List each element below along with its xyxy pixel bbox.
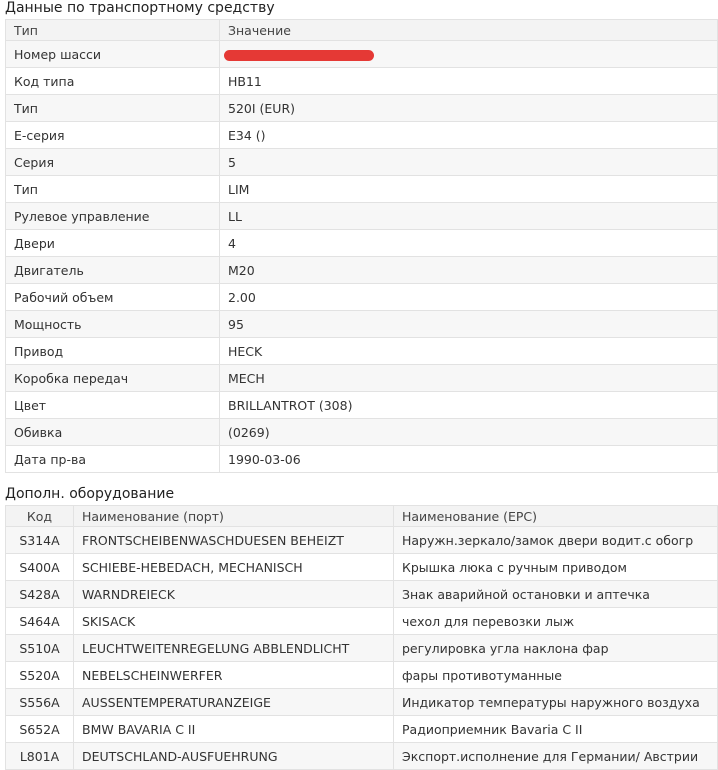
row-value: E34 () [219, 121, 718, 149]
row-value: 2.00 [219, 283, 718, 311]
row-value [219, 40, 718, 68]
table-row: Обивка (0269) [5, 418, 718, 446]
equipment-name-epc: Знак аварийной остановки и аптечка [393, 580, 718, 608]
equipment-name-epc: фары противотуманные [393, 661, 718, 689]
equipment-table-header: Код Наименование (порт) Наименование (EP… [5, 505, 718, 527]
row-value: 1990-03-06 [219, 445, 718, 473]
equipment-name-port: WARNDREIECK [73, 580, 394, 608]
table-row: Коробка передач MECH [5, 364, 718, 392]
row-label: Двигатель [5, 256, 220, 284]
table-row: Цвет BRILLANTROT (308) [5, 391, 718, 419]
row-label: Цвет [5, 391, 220, 419]
vehicle-table-header: Тип Значение [5, 19, 718, 41]
row-value: LL [219, 202, 718, 230]
equipment-name-port: SCHIEBE-HEBEDACH, MECHANISCH [73, 553, 394, 581]
row-value: BRILLANTROT (308) [219, 391, 718, 419]
equipment-name-port: LEUCHTWEITENREGELUNG ABBLENDLICHT [73, 634, 394, 662]
column-header-type: Тип [5, 19, 220, 41]
table-row: S400A SCHIEBE-HEBEDACH, MECHANISCH Крышка … [5, 553, 718, 581]
row-label: Дата пр-ва [5, 445, 220, 473]
row-label: Привод [5, 337, 220, 365]
table-row: S520A NEBELSCHEINWERFER фары противотуманн… [5, 661, 718, 689]
row-value: 520I (EUR) [219, 94, 718, 122]
row-value: (0269) [219, 418, 718, 446]
column-header-value: Значение [219, 19, 718, 41]
column-header-name-epc: Наименование (EPC) [393, 505, 718, 527]
equipment-code: S428A [5, 580, 74, 608]
equipment-name-epc: чехол для перевозки лыж [393, 607, 718, 635]
equipment-name-epc: Наружн.зеркало/замок двери водит.с обогр [393, 526, 718, 554]
table-row: Двигатель M20 [5, 256, 718, 284]
row-label: E-серия [5, 121, 220, 149]
row-value: HB11 [219, 67, 718, 95]
table-row: Тип LIM [5, 175, 718, 203]
table-row: Код типа HB11 [5, 67, 718, 95]
row-value: LIM [219, 175, 718, 203]
row-value: M20 [219, 256, 718, 284]
row-label: Двери [5, 229, 220, 257]
table-row: S428A WARNDREIECK Знак аварийной остановки… [5, 580, 718, 608]
table-row: L801A DEUTSCHLAND-AUSFUEHRUNG Экспорт.испо… [5, 742, 718, 770]
equipment-code: S652A [5, 715, 74, 743]
equipment-name-epc: Радиоприемник Bavaria C II [393, 715, 718, 743]
column-header-code: Код [5, 505, 74, 527]
table-row: S652A BMW BAVARIA C II Радиоприемник Bavar… [5, 715, 718, 743]
equipment-name-port: NEBELSCHEINWERFER [73, 661, 394, 689]
equipment-code: S314A [5, 526, 74, 554]
equipment-name-port: AUSSENTEMPERATURANZEIGE [73, 688, 394, 716]
row-label: Тип [5, 94, 220, 122]
table-row: S556A AUSSENTEMPERATURANZEIGE Индикатор те… [5, 688, 718, 716]
equipment-table: Код Наименование (порт) Наименование (EP… [5, 505, 718, 770]
row-value: 95 [219, 310, 718, 338]
equipment-code: S510A [5, 634, 74, 662]
equipment-code: S556A [5, 688, 74, 716]
row-label: Мощность [5, 310, 220, 338]
equipment-section-title: Дополн. оборудование [5, 486, 175, 502]
table-row: Тип 520I (EUR) [5, 94, 718, 122]
equipment-name-port: FRONTSCHEIBENWASCHDUESEN BEHEIZT [73, 526, 394, 554]
equipment-name-epc: регулировка угла наклона фар [393, 634, 718, 662]
row-label: Обивка [5, 418, 220, 446]
equipment-name-epc: Экспорт.исполнение для Германии/ Австрии [393, 742, 718, 770]
row-label: Коробка передач [5, 364, 220, 392]
row-label: Код типа [5, 67, 220, 95]
table-row: Мощность 95 [5, 310, 718, 338]
equipment-code: L801A [5, 742, 74, 770]
row-label: Тип [5, 175, 220, 203]
table-row: S510A LEUCHTWEITENREGELUNG ABBLENDLICHT ре… [5, 634, 718, 662]
table-row: S314A FRONTSCHEIBENWASCHDUESEN BEHEIZT Нар… [5, 526, 718, 554]
vehicle-data-table: Тип Значение Номер шасси Код типа HB11 Тип 5… [5, 19, 718, 473]
table-row: S464A SKISACK чехол для перевозки лыж [5, 607, 718, 635]
table-row: Серия 5 [5, 148, 718, 176]
row-label: Серия [5, 148, 220, 176]
equipment-name-epc: Крышка люка с ручным приводом [393, 553, 718, 581]
table-row: Номер шасси [5, 40, 718, 68]
redaction-mark [224, 49, 374, 61]
table-row: Привод HECK [5, 337, 718, 365]
row-label: Рабочий объем [5, 283, 220, 311]
equipment-name-port: SKISACK [73, 607, 394, 635]
row-value: 4 [219, 229, 718, 257]
table-row: Двери 4 [5, 229, 718, 257]
vehicle-section-title: Данные по транспортному средству [5, 0, 275, 16]
equipment-name-port: DEUTSCHLAND-AUSFUEHRUNG [73, 742, 394, 770]
equipment-code: S520A [5, 661, 74, 689]
row-label: Рулевое управление [5, 202, 220, 230]
row-label: Номер шасси [5, 40, 220, 68]
table-row: Рулевое управление LL [5, 202, 718, 230]
equipment-name-epc: Индикатор температуры наружного воздуха [393, 688, 718, 716]
row-value: MECH [219, 364, 718, 392]
row-value: 5 [219, 148, 718, 176]
row-value: HECK [219, 337, 718, 365]
equipment-code: S464A [5, 607, 74, 635]
equipment-code: S400A [5, 553, 74, 581]
column-header-name-port: Наименование (порт) [73, 505, 394, 527]
equipment-name-port: BMW BAVARIA C II [73, 715, 394, 743]
table-row: Рабочий объем 2.00 [5, 283, 718, 311]
table-row: E-серия E34 () [5, 121, 718, 149]
table-row: Дата пр-ва 1990-03-06 [5, 445, 718, 473]
